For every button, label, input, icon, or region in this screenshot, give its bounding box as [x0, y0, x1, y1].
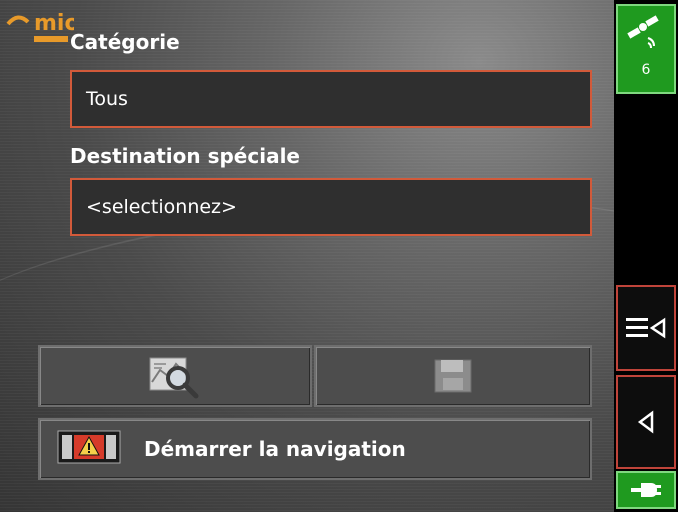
category-value: Tous — [86, 88, 128, 110]
map-search-icon — [149, 357, 199, 399]
power-button[interactable] — [616, 471, 676, 509]
map-search-button[interactable] — [38, 345, 312, 407]
start-navigation-label: Démarrer la navigation — [144, 437, 406, 461]
menu-button[interactable] — [616, 285, 676, 371]
save-button[interactable] — [314, 345, 592, 407]
back-arrow-icon — [637, 410, 654, 434]
destination-value: <selectionnez> — [86, 196, 237, 218]
gps-status-button[interactable]: 6 — [616, 4, 676, 94]
route-flag-icon — [54, 427, 124, 471]
sidebar: 6 — [614, 0, 678, 512]
svg-text:mio: mio — [34, 11, 74, 36]
mio-logo-icon: mio — [6, 11, 74, 42]
category-label: Catégorie — [70, 30, 180, 54]
category-field[interactable]: Tous — [70, 70, 592, 128]
main-panel: mio Catégorie Tous Destination spéciale … — [0, 0, 678, 512]
satellite-count: 6 — [641, 62, 651, 78]
destination-field[interactable]: <selectionnez> — [70, 178, 592, 236]
start-navigation-button[interactable]: Démarrer la navigation — [38, 418, 592, 480]
satellite-icon — [627, 15, 659, 49]
list-menu-icon — [626, 317, 666, 339]
floppy-disk-icon — [434, 359, 472, 393]
screen: mio Catégorie Tous Destination spéciale … — [0, 0, 678, 512]
power-plug-icon — [631, 483, 661, 497]
destination-label: Destination spéciale — [70, 144, 300, 168]
back-button[interactable] — [616, 375, 676, 469]
